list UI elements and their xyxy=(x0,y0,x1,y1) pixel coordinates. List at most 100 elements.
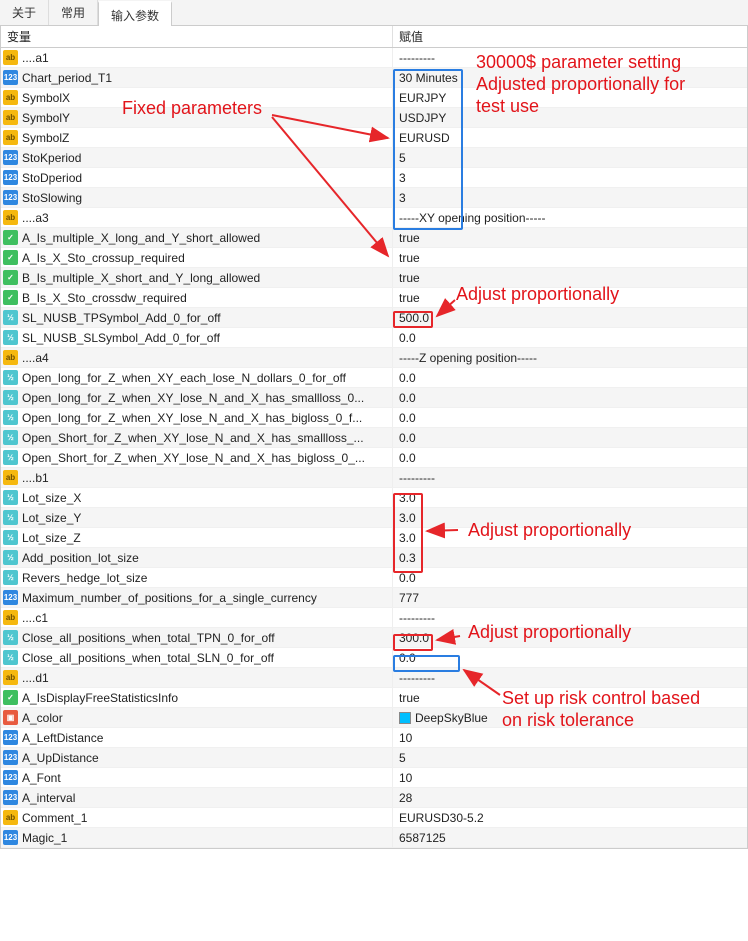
table-row[interactable]: 123A_LeftDistance10 xyxy=(1,728,747,748)
param-value-cell[interactable]: 0.0 xyxy=(393,368,747,387)
param-value: 5 xyxy=(399,751,406,765)
param-value-cell[interactable]: --------- xyxy=(393,608,747,627)
table-row[interactable]: ½Close_all_positions_when_total_TPN_0_fo… xyxy=(1,628,747,648)
param-value-cell[interactable]: --------- xyxy=(393,48,747,67)
param-value-cell[interactable]: 300.0 xyxy=(393,628,747,647)
param-value-cell[interactable]: 3 xyxy=(393,168,747,187)
table-row[interactable]: ab....a3-----XY opening position----- xyxy=(1,208,747,228)
table-row[interactable]: ½SL_NUSB_SLSymbol_Add_0_for_off0.0 xyxy=(1,328,747,348)
table-row[interactable]: ½Add_position_lot_size0.3 xyxy=(1,548,747,568)
tab-inputs[interactable]: 输入参数 xyxy=(98,1,172,26)
header-value[interactable]: 赋值 xyxy=(393,26,747,47)
table-row[interactable]: 123A_Font10 xyxy=(1,768,747,788)
param-value-cell[interactable]: 0.3 xyxy=(393,548,747,567)
param-value-cell[interactable]: 6587125 xyxy=(393,828,747,847)
table-row[interactable]: 123A_UpDistance5 xyxy=(1,748,747,768)
table-row[interactable]: ✓B_Is_multiple_X_short_and_Y_long_allowe… xyxy=(1,268,747,288)
table-row[interactable]: ½Lot_size_Y3.0 xyxy=(1,508,747,528)
table-row[interactable]: ½Open_long_for_Z_when_XY_each_lose_N_dol… xyxy=(1,368,747,388)
param-value-cell[interactable]: 0.0 xyxy=(393,328,747,347)
table-row[interactable]: abSymbolXEURJPY xyxy=(1,88,747,108)
param-value-cell[interactable]: 0.0 xyxy=(393,568,747,587)
param-name-cell: 123A_LeftDistance xyxy=(1,728,393,747)
table-row[interactable]: ½Open_Short_for_Z_when_XY_lose_N_and_X_h… xyxy=(1,428,747,448)
param-value-cell[interactable]: EURUSD30-5.2 xyxy=(393,808,747,827)
table-row[interactable]: ✓B_Is_X_Sto_crossdw_requiredtrue xyxy=(1,288,747,308)
table-row[interactable]: ab....d1--------- xyxy=(1,668,747,688)
table-row[interactable]: ab....a4-----Z opening position----- xyxy=(1,348,747,368)
table-row[interactable]: ½Close_all_positions_when_total_SLN_0_fo… xyxy=(1,648,747,668)
table-row[interactable]: ½Open_Short_for_Z_when_XY_lose_N_and_X_h… xyxy=(1,448,747,468)
header-variable[interactable]: 变量 xyxy=(1,26,393,47)
table-row[interactable]: ½Open_long_for_Z_when_XY_lose_N_and_X_ha… xyxy=(1,388,747,408)
param-value-cell[interactable]: USDJPY xyxy=(393,108,747,127)
param-value-cell[interactable]: 0.0 xyxy=(393,408,747,427)
param-value-cell[interactable]: 5 xyxy=(393,148,747,167)
table-row[interactable]: 123Chart_period_T130 Minutes xyxy=(1,68,747,88)
param-name-cell: 123StoKperiod xyxy=(1,148,393,167)
param-value-cell[interactable]: 777 xyxy=(393,588,747,607)
param-value-cell[interactable]: 3.0 xyxy=(393,508,747,527)
param-value-cell[interactable]: true xyxy=(393,688,747,707)
int-type-icon: 123 xyxy=(3,770,18,785)
param-value-cell[interactable]: -----XY opening position----- xyxy=(393,208,747,227)
param-value: 0.3 xyxy=(399,551,416,565)
table-row[interactable]: ✓A_IsDisplayFreeStatisticsInfotrue xyxy=(1,688,747,708)
param-value-cell[interactable]: 3 xyxy=(393,188,747,207)
param-value-cell[interactable]: 3.0 xyxy=(393,488,747,507)
table-row[interactable]: ½Lot_size_Z3.0 xyxy=(1,528,747,548)
table-row[interactable]: 123StoSlowing3 xyxy=(1,188,747,208)
ab-type-icon: ab xyxy=(3,810,18,825)
param-value-cell[interactable]: 500.0 xyxy=(393,308,747,327)
param-value: 5 xyxy=(399,151,406,165)
table-row[interactable]: ½SL_NUSB_TPSymbol_Add_0_for_off500.0 xyxy=(1,308,747,328)
param-value-cell[interactable]: 5 xyxy=(393,748,747,767)
table-row[interactable]: abComment_1EURUSD30-5.2 xyxy=(1,808,747,828)
param-value-cell[interactable]: true xyxy=(393,248,747,267)
table-row[interactable]: ½Revers_hedge_lot_size0.0 xyxy=(1,568,747,588)
param-value-cell[interactable]: EURJPY xyxy=(393,88,747,107)
table-row[interactable]: ab....a1--------- xyxy=(1,48,747,68)
param-value-cell[interactable]: 0.0 xyxy=(393,648,747,667)
param-value-cell[interactable]: 30 Minutes xyxy=(393,68,747,87)
param-value-cell[interactable]: 10 xyxy=(393,728,747,747)
table-row[interactable]: 123A_interval28 xyxy=(1,788,747,808)
param-value: EURUSD30-5.2 xyxy=(399,811,484,825)
table-row[interactable]: ab....c1--------- xyxy=(1,608,747,628)
param-value-cell[interactable]: EURUSD xyxy=(393,128,747,147)
param-value-cell[interactable]: --------- xyxy=(393,468,747,487)
param-value-cell[interactable]: -----Z opening position----- xyxy=(393,348,747,367)
bool-type-icon: ✓ xyxy=(3,270,18,285)
param-value-cell[interactable]: true xyxy=(393,268,747,287)
param-value-cell[interactable]: 10 xyxy=(393,768,747,787)
param-value-cell[interactable]: DeepSkyBlue xyxy=(393,708,747,727)
table-row[interactable]: 123Magic_16587125 xyxy=(1,828,747,848)
table-row[interactable]: ab....b1--------- xyxy=(1,468,747,488)
param-name: A_LeftDistance xyxy=(22,731,103,745)
tab-common[interactable]: 常用 xyxy=(49,0,98,25)
table-row[interactable]: ½Open_long_for_Z_when_XY_lose_N_and_X_ha… xyxy=(1,408,747,428)
table-row[interactable]: abSymbolYUSDJPY xyxy=(1,108,747,128)
table-row[interactable]: ½Lot_size_X3.0 xyxy=(1,488,747,508)
param-value-cell[interactable]: 28 xyxy=(393,788,747,807)
param-value-cell[interactable]: --------- xyxy=(393,668,747,687)
table-row[interactable]: 123StoKperiod 5 xyxy=(1,148,747,168)
param-value-cell[interactable]: 0.0 xyxy=(393,448,747,467)
param-value-cell[interactable]: 0.0 xyxy=(393,388,747,407)
param-value: DeepSkyBlue xyxy=(415,711,488,725)
table-row[interactable]: ✓A_Is_X_Sto_crossup_requiredtrue xyxy=(1,248,747,268)
table-row[interactable]: ▣A_colorDeepSkyBlue xyxy=(1,708,747,728)
param-value-cell[interactable]: 0.0 xyxy=(393,428,747,447)
table-row[interactable]: abSymbolZEURUSD xyxy=(1,128,747,148)
dbl-type-icon: ½ xyxy=(3,550,18,565)
param-name-cell: ✓B_Is_X_Sto_crossdw_required xyxy=(1,288,393,307)
param-value-cell[interactable]: true xyxy=(393,288,747,307)
table-row[interactable]: 123StoDperiod3 xyxy=(1,168,747,188)
table-row[interactable]: 123Maximum_number_of_positions_for_a_sin… xyxy=(1,588,747,608)
table-row[interactable]: ✓A_Is_multiple_X_long_and_Y_short_allowe… xyxy=(1,228,747,248)
tab-about[interactable]: 关于 xyxy=(0,0,49,25)
param-name: ....a1 xyxy=(22,51,49,65)
param-value-cell[interactable]: true xyxy=(393,228,747,247)
param-value-cell[interactable]: 3.0 xyxy=(393,528,747,547)
param-name: B_Is_X_Sto_crossdw_required xyxy=(22,291,187,305)
